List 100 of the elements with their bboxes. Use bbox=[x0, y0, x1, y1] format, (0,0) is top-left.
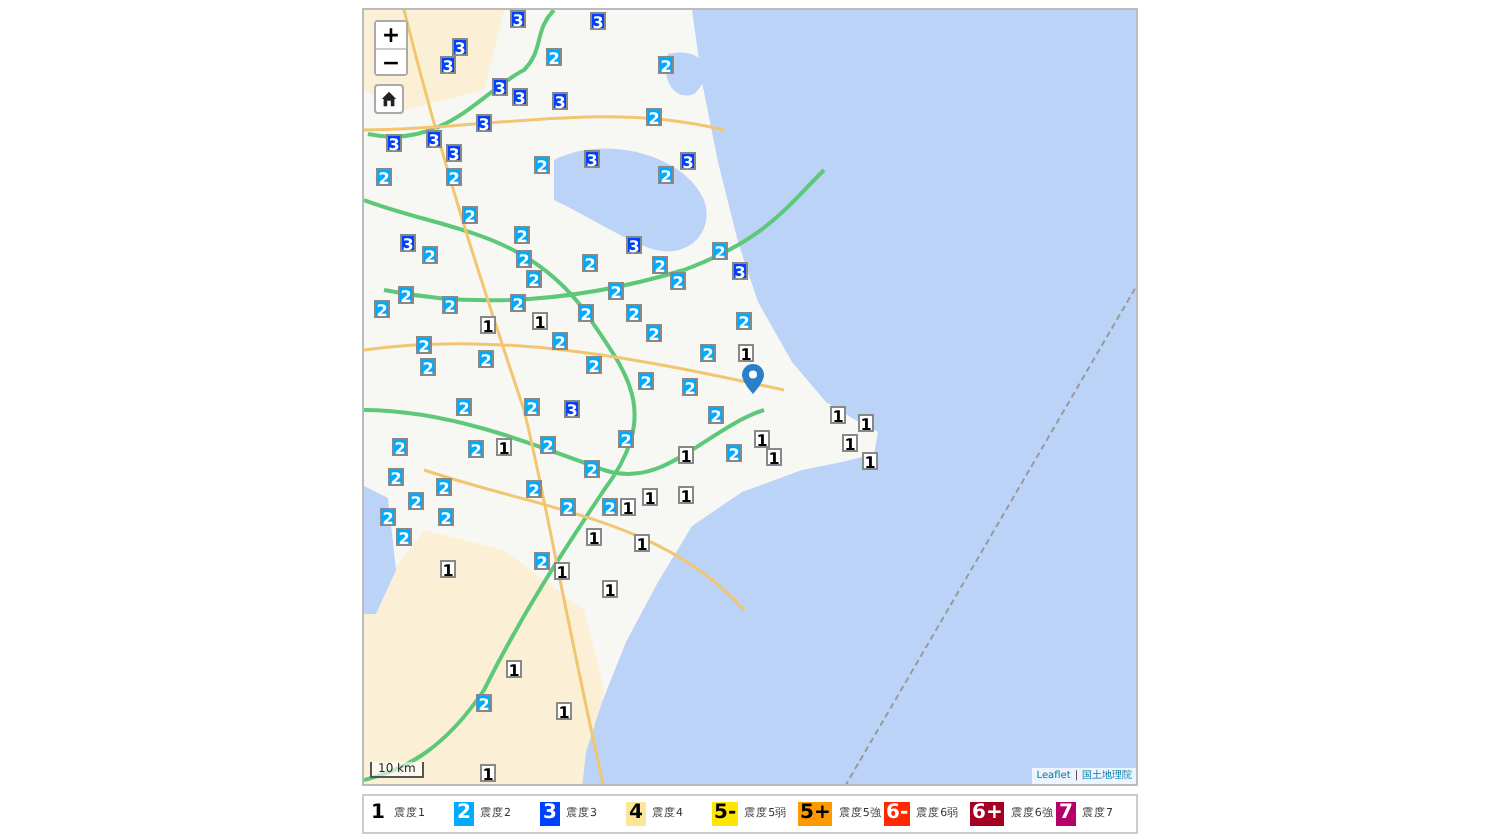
intensity-marker[interactable]: 3 bbox=[626, 236, 642, 254]
intensity-marker[interactable]: 2 bbox=[526, 270, 542, 288]
intensity-marker[interactable]: 1 bbox=[862, 452, 878, 470]
intensity-marker[interactable]: 3 bbox=[426, 130, 442, 148]
intensity-marker[interactable]: 2 bbox=[436, 478, 452, 496]
intensity-badge: 6+ bbox=[970, 802, 1005, 826]
intensity-marker[interactable]: 3 bbox=[446, 144, 462, 162]
intensity-marker[interactable]: 3 bbox=[680, 152, 696, 170]
intensity-marker[interactable]: 3 bbox=[492, 78, 508, 96]
intensity-marker[interactable]: 2 bbox=[376, 168, 392, 186]
intensity-marker[interactable]: 2 bbox=[392, 438, 408, 456]
intensity-marker[interactable]: 3 bbox=[386, 134, 402, 152]
intensity-marker[interactable]: 3 bbox=[440, 56, 456, 74]
intensity-marker[interactable]: 2 bbox=[708, 406, 724, 424]
intensity-marker[interactable]: 2 bbox=[540, 436, 556, 454]
intensity-marker[interactable]: 2 bbox=[682, 378, 698, 396]
intensity-marker[interactable]: 3 bbox=[452, 38, 468, 56]
intensity-marker[interactable]: 3 bbox=[552, 92, 568, 110]
intensity-marker[interactable]: 1 bbox=[480, 764, 496, 782]
intensity-marker[interactable]: 1 bbox=[480, 316, 496, 334]
intensity-marker[interactable]: 2 bbox=[658, 166, 674, 184]
intensity-marker[interactable]: 1 bbox=[440, 560, 456, 578]
intensity-marker[interactable]: 2 bbox=[608, 282, 624, 300]
intensity-marker[interactable]: 1 bbox=[620, 498, 636, 516]
intensity-marker[interactable]: 3 bbox=[510, 10, 526, 28]
intensity-badge: 6- bbox=[884, 802, 911, 826]
intensity-marker[interactable]: 2 bbox=[420, 358, 436, 376]
intensity-marker[interactable]: 3 bbox=[400, 234, 416, 252]
intensity-marker[interactable]: 2 bbox=[726, 444, 742, 462]
intensity-marker[interactable]: 2 bbox=[560, 498, 576, 516]
intensity-marker[interactable]: 2 bbox=[670, 272, 686, 290]
intensity-marker[interactable]: 2 bbox=[398, 286, 414, 304]
intensity-marker[interactable]: 1 bbox=[496, 438, 512, 456]
intensity-marker[interactable]: 2 bbox=[476, 694, 492, 712]
zoom-in-button[interactable]: + bbox=[376, 22, 406, 48]
intensity-badge: 4 bbox=[626, 802, 646, 826]
intensity-marker[interactable]: 2 bbox=[578, 304, 594, 322]
intensity-marker[interactable]: 2 bbox=[514, 226, 530, 244]
intensity-marker[interactable]: 3 bbox=[476, 114, 492, 132]
intensity-marker[interactable]: 1 bbox=[738, 344, 754, 362]
intensity-marker[interactable]: 2 bbox=[652, 256, 668, 274]
intensity-marker[interactable]: 2 bbox=[478, 350, 494, 368]
intensity-badge: 7 bbox=[1056, 802, 1076, 826]
intensity-marker[interactable]: 2 bbox=[374, 300, 390, 318]
intensity-marker[interactable]: 2 bbox=[658, 56, 674, 74]
intensity-marker[interactable]: 1 bbox=[602, 580, 618, 598]
intensity-marker[interactable]: 2 bbox=[582, 254, 598, 272]
intensity-marker[interactable]: 2 bbox=[646, 108, 662, 126]
intensity-marker[interactable]: 2 bbox=[712, 242, 728, 260]
intensity-marker[interactable]: 3 bbox=[732, 262, 748, 280]
intensity-marker[interactable]: 2 bbox=[516, 250, 532, 268]
intensity-marker[interactable]: 1 bbox=[634, 534, 650, 552]
zoom-out-button[interactable]: − bbox=[376, 48, 406, 74]
intensity-marker[interactable]: 1 bbox=[554, 562, 570, 580]
intensity-marker[interactable]: 2 bbox=[416, 336, 432, 354]
intensity-marker[interactable]: 3 bbox=[564, 400, 580, 418]
intensity-marker[interactable]: 2 bbox=[462, 206, 478, 224]
intensity-marker[interactable]: 3 bbox=[512, 88, 528, 106]
intensity-marker[interactable]: 2 bbox=[446, 168, 462, 186]
intensity-marker[interactable]: 2 bbox=[638, 372, 654, 390]
intensity-marker[interactable]: 2 bbox=[456, 398, 472, 416]
intensity-marker[interactable]: 2 bbox=[468, 440, 484, 458]
intensity-marker[interactable]: 1 bbox=[532, 312, 548, 330]
intensity-marker[interactable]: 2 bbox=[534, 552, 550, 570]
intensity-marker[interactable]: 2 bbox=[584, 460, 600, 478]
intensity-marker[interactable]: 2 bbox=[626, 304, 642, 322]
home-button[interactable] bbox=[374, 84, 404, 114]
intensity-marker[interactable]: 1 bbox=[678, 446, 694, 464]
intensity-badge: 3 bbox=[540, 802, 560, 826]
intensity-marker[interactable]: 2 bbox=[546, 48, 562, 66]
intensity-marker[interactable]: 1 bbox=[678, 486, 694, 504]
intensity-marker[interactable]: 2 bbox=[422, 246, 438, 264]
intensity-marker[interactable]: 2 bbox=[700, 344, 716, 362]
intensity-marker[interactable]: 2 bbox=[524, 398, 540, 416]
intensity-marker[interactable]: 1 bbox=[586, 528, 602, 546]
intensity-marker[interactable]: 2 bbox=[552, 332, 568, 350]
intensity-marker[interactable]: 2 bbox=[438, 508, 454, 526]
intensity-marker[interactable]: 1 bbox=[842, 434, 858, 452]
intensity-marker[interactable]: 1 bbox=[830, 406, 846, 424]
intensity-marker[interactable]: 2 bbox=[510, 294, 526, 312]
intensity-marker[interactable]: 2 bbox=[602, 498, 618, 516]
intensity-marker[interactable]: 2 bbox=[526, 480, 542, 498]
intensity-marker[interactable]: 2 bbox=[442, 296, 458, 314]
intensity-marker[interactable]: 2 bbox=[618, 430, 634, 448]
intensity-marker[interactable]: 2 bbox=[534, 156, 550, 174]
intensity-marker[interactable]: 2 bbox=[408, 492, 424, 510]
intensity-marker[interactable]: 1 bbox=[858, 414, 874, 432]
intensity-marker[interactable]: 1 bbox=[506, 660, 522, 678]
intensity-marker[interactable]: 1 bbox=[754, 430, 770, 448]
intensity-marker[interactable]: 1 bbox=[556, 702, 572, 720]
intensity-marker[interactable]: 2 bbox=[388, 468, 404, 486]
intensity-marker[interactable]: 2 bbox=[736, 312, 752, 330]
intensity-marker[interactable]: 2 bbox=[396, 528, 412, 546]
intensity-marker[interactable]: 2 bbox=[586, 356, 602, 374]
intensity-marker[interactable]: 1 bbox=[766, 448, 782, 466]
intensity-marker[interactable]: 3 bbox=[584, 150, 600, 168]
intensity-marker[interactable]: 2 bbox=[646, 324, 662, 342]
intensity-marker[interactable]: 1 bbox=[642, 488, 658, 506]
intensity-marker[interactable]: 3 bbox=[590, 12, 606, 30]
intensity-marker[interactable]: 2 bbox=[380, 508, 396, 526]
